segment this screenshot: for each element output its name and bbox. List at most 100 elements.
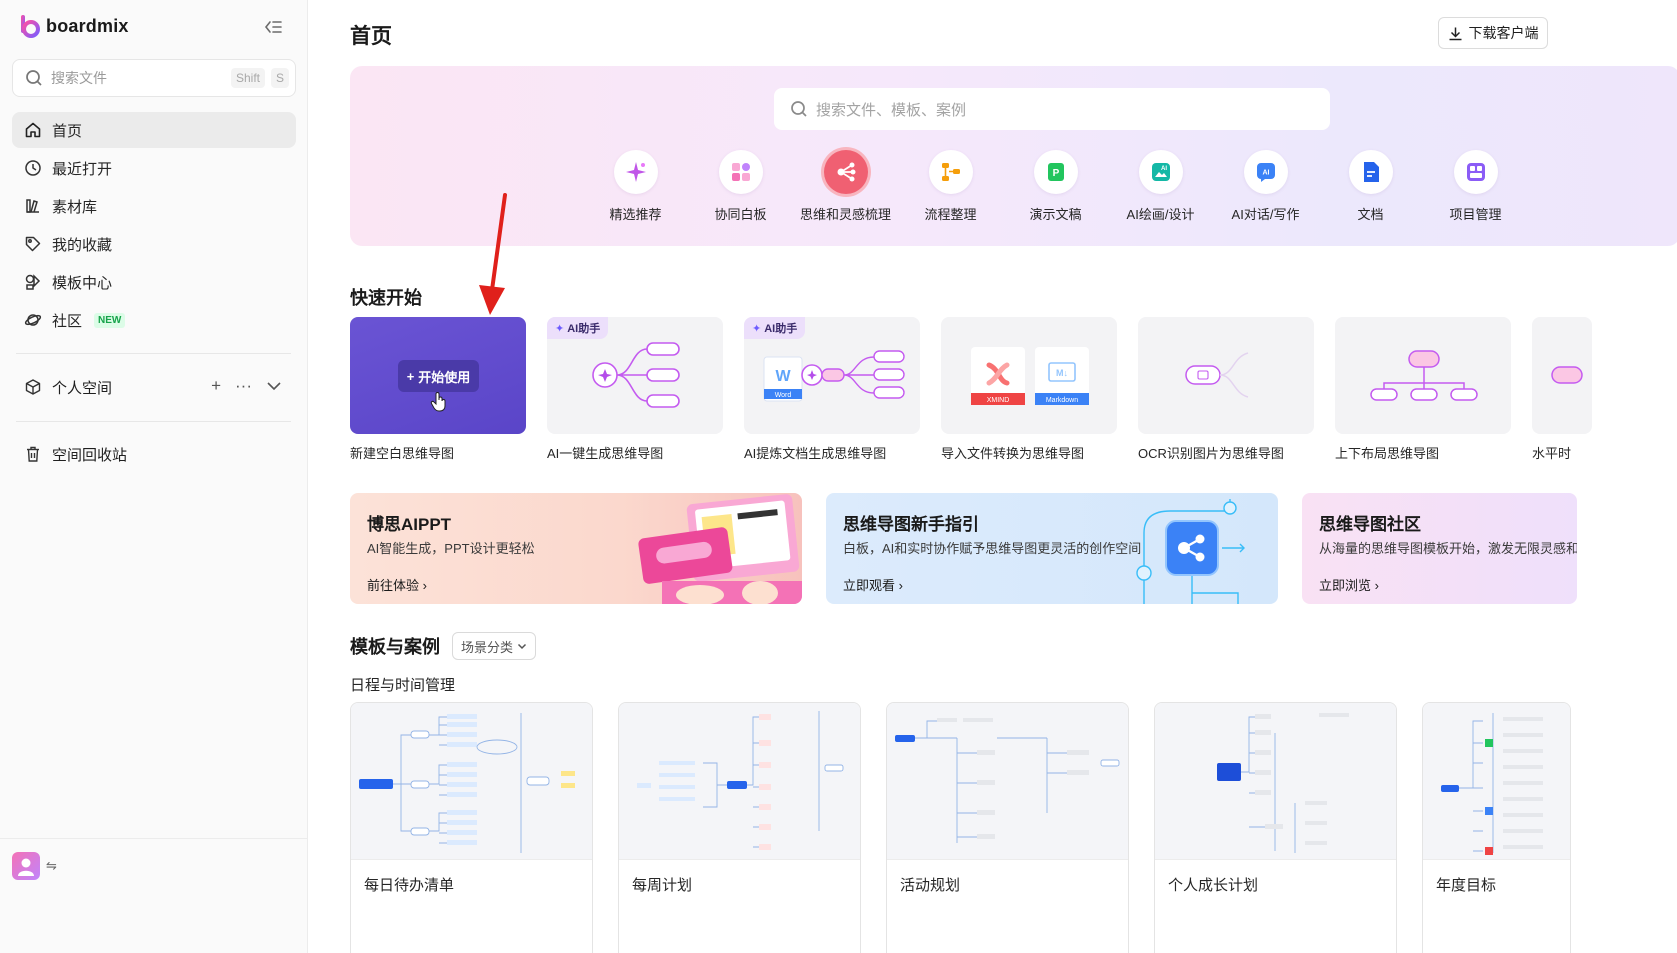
sidebar-item-materials[interactable]: 素材库 <box>12 188 296 224</box>
quick-card-label: AI提炼文档生成思维导图 <box>744 446 887 461</box>
template-card[interactable]: 年度目标 <box>1422 702 1571 953</box>
ocr-illustration <box>1185 352 1249 398</box>
ai-assistant-tag: ✦ AI助手 <box>547 317 609 339</box>
sidebar-divider <box>16 421 291 422</box>
banner-link[interactable]: 前往体验 › <box>367 575 427 594</box>
sidebar-nav: 首页 最近打开 素材库 我的收藏 模板中心 社区 NEW <box>12 112 296 340</box>
ai-assistant-tag: ✦ AI助手 <box>744 317 806 339</box>
quick-card-label: 新建空白思维导图 <box>350 446 455 461</box>
category-label: 精选推荐 <box>609 207 662 222</box>
category-label: 演示文稿 <box>1029 207 1082 222</box>
clock-icon <box>25 160 41 176</box>
xmind-badge: XMIND <box>987 397 1010 404</box>
brand-logo[interactable]: boardmix <box>20 14 129 38</box>
mindmap-guide-illustration <box>1136 499 1245 604</box>
start-label: 开始使用 <box>418 369 471 385</box>
template-card[interactable]: 每周计划 <box>618 702 861 953</box>
quick-card-ocr[interactable]: OCR识别图片为思维导图 <box>1138 317 1314 462</box>
quick-card-blank[interactable]: + 开始使用 新建空白思维导图 <box>350 317 526 462</box>
banner-title: 思维导图新手指引 <box>843 515 979 534</box>
banner-mindmap-guide[interactable]: 思维导图新手指引 白板，AI和实时协作赋予思维导图更灵活的创作空间 立即观看 › <box>826 493 1278 604</box>
shortcut-key-s: S <box>270 68 289 88</box>
template-list: 每日待办清单 每周计划 活动规划 个人成长计划 年度目标 <box>350 702 1571 953</box>
sidebar-item-label: 首页 <box>52 122 83 140</box>
banner-aippt[interactable]: 博思AIPPT AI智能生成，PPT设计更轻松 前往体验 › <box>350 493 802 604</box>
quick-card-ai-doc[interactable]: ✦ AI助手 W Word AI提炼文档生成思维导图 <box>744 317 920 462</box>
sidebar-item-recent[interactable]: 最近打开 <box>12 150 296 186</box>
more-icon[interactable]: ··· <box>235 376 252 396</box>
sidebar: boardmix 搜索文件 Shift S 首页 最近打开 素材库 我的收藏 模… <box>0 0 308 953</box>
banner-subtitle: AI智能生成，PPT设计更轻松 <box>367 541 535 556</box>
home-icon <box>25 122 41 138</box>
ai-logo-icon: ✦ <box>555 322 565 335</box>
personal-growth-mindmap-preview <box>1217 713 1349 853</box>
banner-link[interactable]: 立即观看 › <box>843 575 903 594</box>
annual-goals-mindmap-preview <box>1441 713 1543 855</box>
category-label: 文档 <box>1357 207 1384 222</box>
sidebar-item-community[interactable]: 社区 NEW <box>12 302 296 338</box>
template-name: 年度目标 <box>1436 877 1497 894</box>
banner-link-label: 前往体验 <box>367 578 420 593</box>
sidebar-search-input[interactable]: 搜索文件 Shift S <box>12 59 296 97</box>
word-badge: Word <box>775 392 792 399</box>
category-flowchart[interactable]: 流程整理 <box>898 150 1003 223</box>
template-card[interactable]: 活动规划 <box>886 702 1129 953</box>
template-thumbnail <box>887 703 1128 860</box>
collapse-sidebar-icon[interactable] <box>262 16 284 38</box>
markdown-badge: Markdown <box>1046 397 1078 404</box>
category-presentation[interactable]: P 演示文稿 <box>1003 150 1108 223</box>
sidebar-item-trash[interactable]: 空间回收站 <box>12 435 296 473</box>
scene-filter-select[interactable]: 场景分类 <box>452 632 537 660</box>
switch-account-icon[interactable]: ⇋ <box>46 858 57 874</box>
quick-card-thumbnail <box>1335 317 1511 434</box>
main-content: 首页 下载客户端 搜索文件、模板、案例 精选推荐 协同白板 思维和灵感梳理 流程… <box>309 0 1677 953</box>
event-planning-mindmap-preview <box>895 718 1120 843</box>
template-card[interactable]: 个人成长计划 <box>1154 702 1397 953</box>
download-client-button[interactable]: 下载客户端 <box>1438 17 1548 49</box>
quick-card-ai-generate[interactable]: ✦ AI助手 AI一键生成思维导图 <box>547 317 723 462</box>
chevron-down-icon[interactable] <box>266 378 282 394</box>
category-mindmap[interactable]: 思维和灵感梳理 <box>793 150 898 223</box>
sidebar-item-label: 最近打开 <box>52 160 113 178</box>
weekly-plan-mindmap-preview <box>637 711 844 850</box>
user-icon <box>18 858 34 876</box>
chevron-right-icon: › <box>422 578 427 593</box>
global-search-input[interactable]: 搜索文件、模板、案例 <box>774 88 1330 130</box>
avatar[interactable] <box>12 852 40 880</box>
start-button[interactable]: + 开始使用 <box>398 360 479 392</box>
quick-card-label: OCR识别图片为思维导图 <box>1138 446 1284 461</box>
category-project[interactable]: 项目管理 <box>1423 150 1528 223</box>
planet-icon <box>24 314 42 326</box>
scene-filter-label: 场景分类 <box>461 639 514 655</box>
banner-mindmap-community[interactable]: 思维导图社区 从海量的思维导图模板开始，激发无限灵感和 立即浏览 › <box>1302 493 1577 604</box>
search-placeholder: 搜索文件 <box>51 70 107 86</box>
sidebar-item-favorites[interactable]: 我的收藏 <box>12 226 296 262</box>
category-ai-chat[interactable]: AI AI对话/写作 <box>1213 150 1318 223</box>
sidebar-item-label: 素材库 <box>52 198 98 216</box>
quick-start-title: 快速开始 <box>350 288 422 308</box>
category-label: 项目管理 <box>1449 207 1502 222</box>
add-icon[interactable]: + <box>211 376 221 396</box>
banner-link[interactable]: 立即浏览 › <box>1319 575 1379 594</box>
category-document[interactable]: 文档 <box>1318 150 1423 223</box>
sidebar-item-home[interactable]: 首页 <box>12 112 296 148</box>
category-featured[interactable]: 精选推荐 <box>583 150 688 223</box>
template-name: 每日待办清单 <box>364 877 455 894</box>
template-card[interactable]: 每日待办清单 <box>350 702 593 953</box>
banner-link-label: 立即观看 <box>843 578 896 593</box>
quick-card-horizontal-layout[interactable]: 水平时 <box>1532 317 1592 462</box>
category-label: AI绘画/设计 <box>1126 207 1195 222</box>
category-ai-drawing[interactable]: AI AI绘画/设计 <box>1108 150 1213 223</box>
app-window: boardmix 搜索文件 Shift S 首页 最近打开 素材库 我的收藏 模… <box>0 0 1677 953</box>
sidebar-footer: ⇋ <box>0 838 308 953</box>
banner-title: 思维导图社区 <box>1319 515 1421 534</box>
quick-card-thumbnail <box>1138 317 1314 434</box>
quick-card-import[interactable]: XMIND M↓ Markdown 导入文件转换为思维导图 <box>941 317 1117 462</box>
quick-card-label: 上下布局思维导图 <box>1335 446 1440 461</box>
sidebar-item-label: 社区 <box>52 312 83 330</box>
quick-card-vertical-layout[interactable]: 上下布局思维导图 <box>1335 317 1511 462</box>
sidebar-item-templates[interactable]: 模板中心 <box>12 264 296 300</box>
personal-space-row[interactable]: 个人空间 + ··· <box>12 368 296 406</box>
promo-banners: 博思AIPPT AI智能生成，PPT设计更轻松 前往体验 › 思维导图新手指引 <box>350 493 1577 604</box>
category-whiteboard[interactable]: 协同白板 <box>688 150 793 223</box>
